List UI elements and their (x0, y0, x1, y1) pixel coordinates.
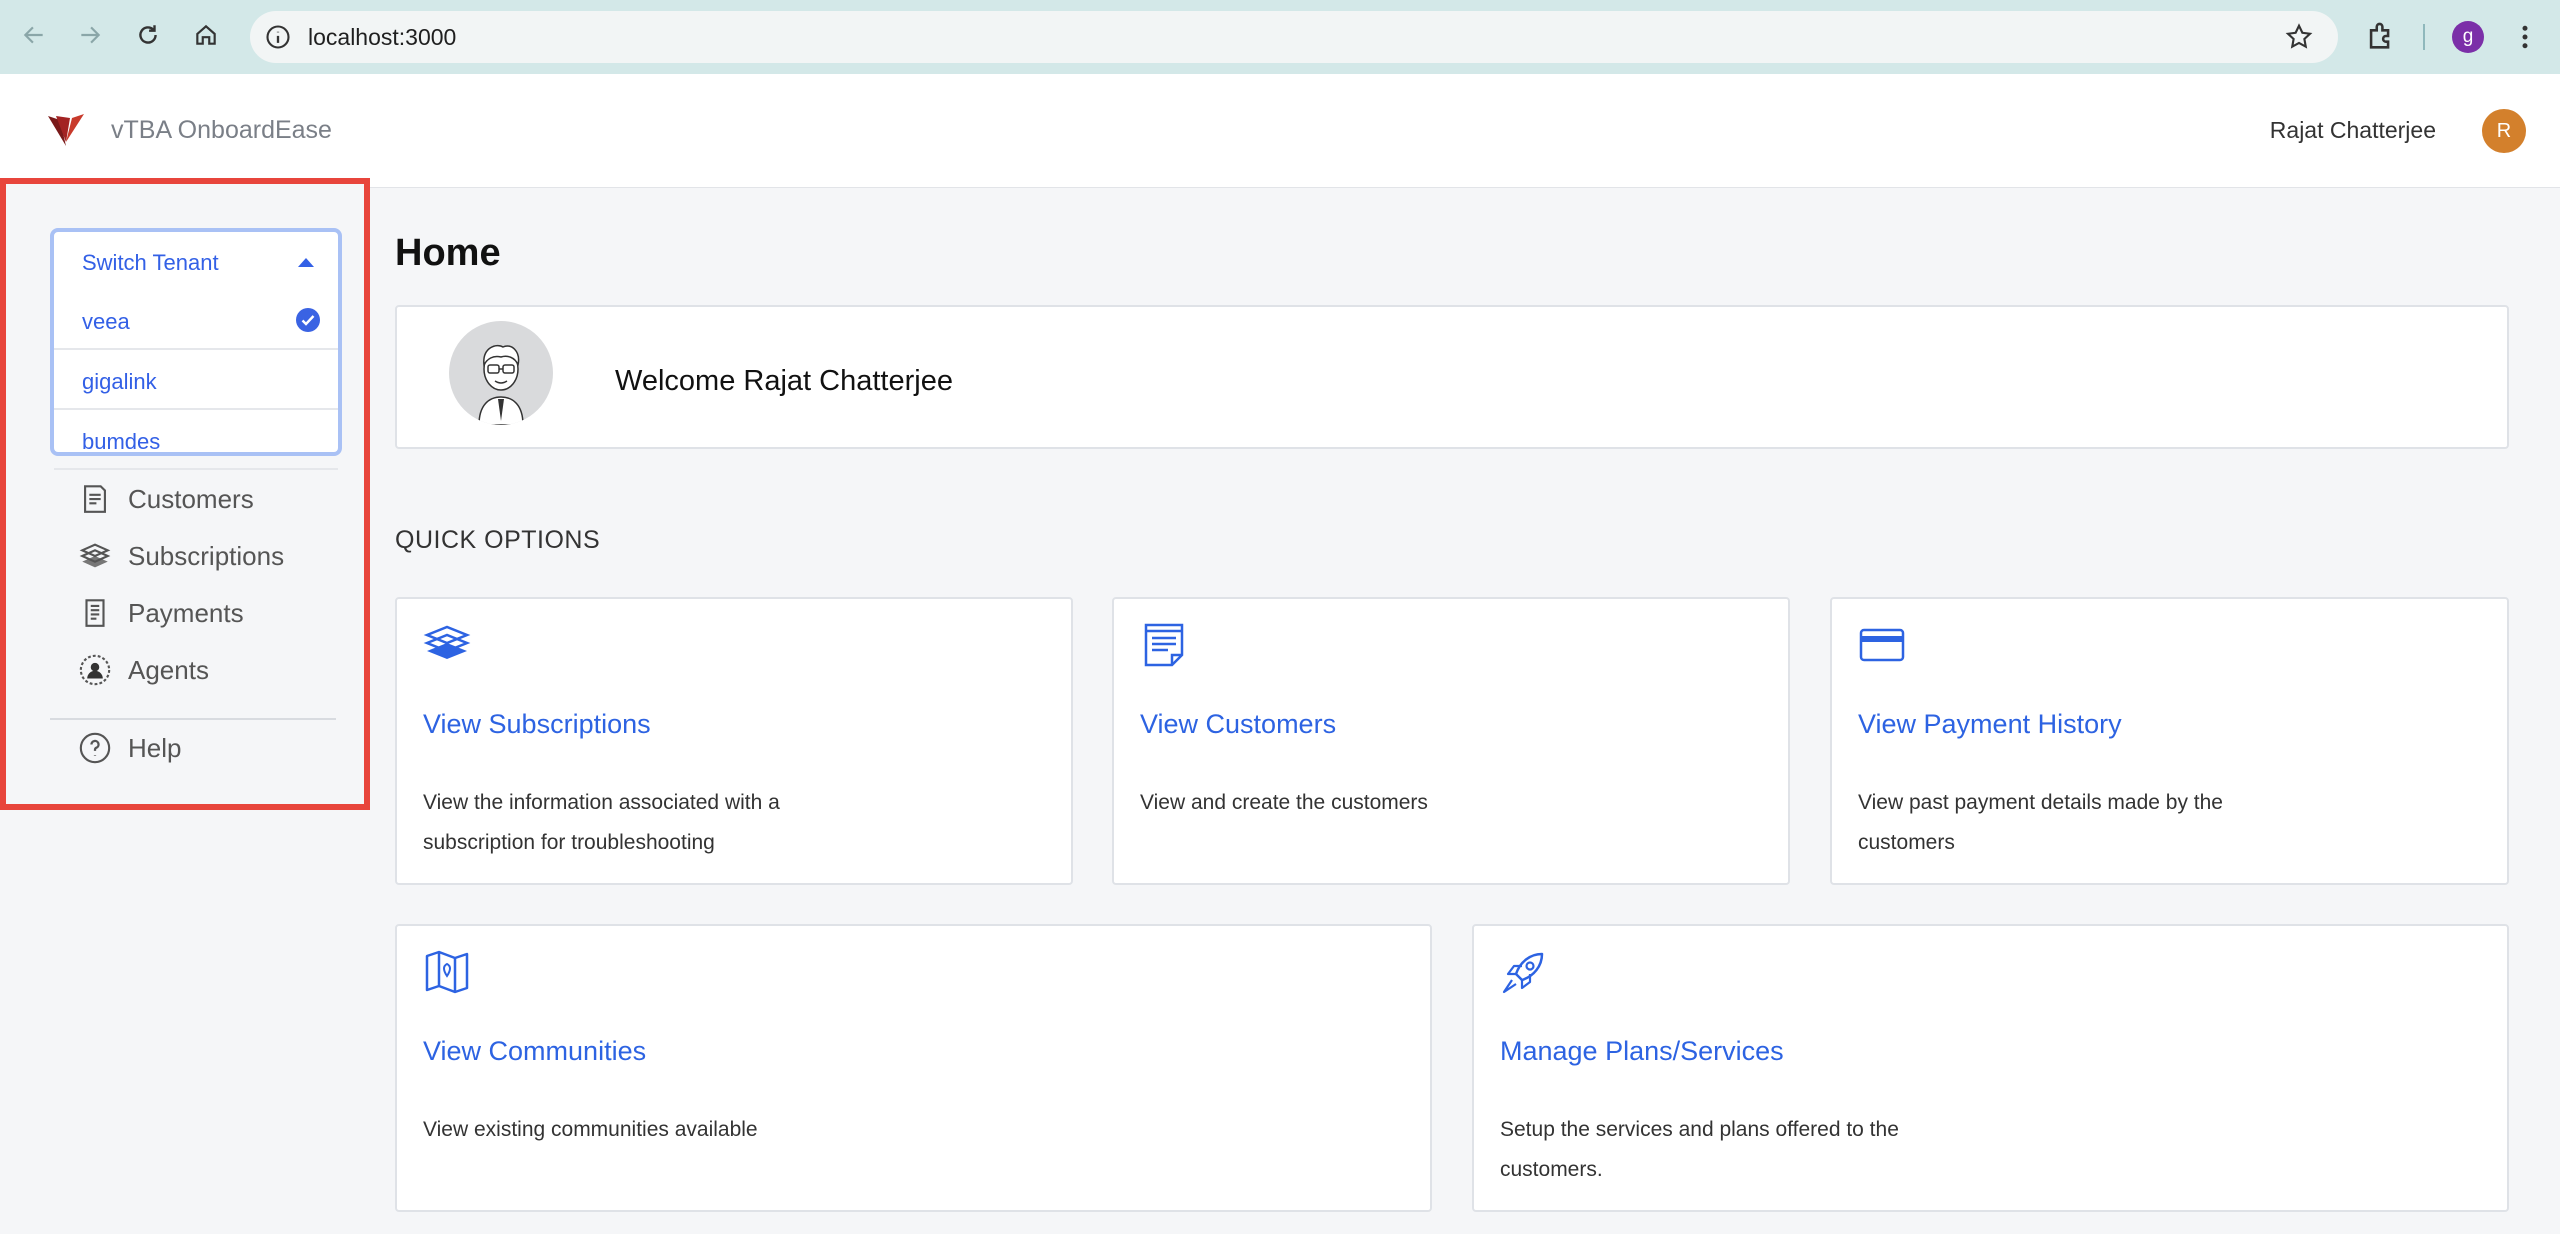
caret-up-icon (298, 258, 314, 267)
brand-logo-icon[interactable] (46, 112, 86, 148)
rocket-icon (1502, 952, 1544, 994)
arrow-right-icon (81, 26, 101, 44)
user-name: Rajat Chatterjee (2269, 117, 2436, 143)
tenant-switcher-dropdown: Switch Tenant veea gigalink bumdes (50, 228, 342, 470)
toolbar-separator (2423, 24, 2425, 50)
sidebar-item-agents[interactable]: Agents (78, 653, 209, 687)
card-title[interactable]: View Customers (1140, 709, 1336, 740)
brand-name[interactable]: vTBA OnboardEase (111, 116, 332, 145)
card-view-subscriptions[interactable]: View Subscriptions View the information … (395, 597, 1073, 885)
agents-icon (79, 654, 111, 686)
welcome-card: Welcome Rajat Chatterjee (395, 305, 2509, 449)
forward-button[interactable] (72, 17, 108, 53)
tenant-option-bumdes[interactable]: bumdes (54, 410, 338, 470)
customers-icon (84, 485, 106, 513)
subscriptions-icon (79, 543, 111, 568)
reload-icon (139, 25, 157, 44)
tenant-switcher-toggle[interactable]: Switch Tenant (54, 232, 338, 290)
card-title[interactable]: View Payment History (1858, 709, 2122, 740)
customers-doc-icon (1144, 623, 1184, 667)
card-title[interactable]: Manage Plans/Services (1500, 1036, 1784, 1067)
tenant-option-label: gigalink (82, 369, 157, 394)
site-info-icon[interactable] (264, 23, 292, 51)
app-header: vTBA OnboardEase Rajat Chatterjee R (0, 74, 2560, 188)
card-manage-plans-services[interactable]: Manage Plans/Services Setup the services… (1472, 924, 2509, 1212)
sidebar-item-subscriptions[interactable]: Subscriptions (78, 539, 284, 573)
payments-icon (85, 599, 105, 627)
credit-card-icon (1859, 628, 1905, 662)
help-icon (79, 732, 111, 764)
reload-button[interactable] (130, 17, 166, 53)
card-description: Setup the services and plans offered to … (1500, 1118, 1899, 1181)
person-illustration-icon (478, 344, 524, 425)
sidebar-item-help[interactable]: Help (78, 731, 181, 765)
back-button[interactable] (16, 17, 52, 53)
home-button[interactable] (188, 17, 224, 53)
map-icon (425, 950, 469, 994)
card-description: View existing communities available (423, 1118, 758, 1141)
sidebar-item-label: Help (128, 732, 182, 763)
browser-profile-avatar[interactable]: g (2452, 21, 2484, 53)
quick-options-heading: QUICK OPTIONS (395, 526, 601, 554)
tenant-option-label: bumdes (82, 429, 161, 454)
welcome-avatar (449, 321, 553, 425)
check-circle-icon (296, 308, 320, 332)
more-menu-icon[interactable] (2510, 20, 2540, 54)
sidebar: Customers Subscriptions Payments Agents … (0, 178, 370, 810)
card-view-communities[interactable]: View Communities View existing communiti… (395, 924, 1432, 1212)
tenant-option-veea[interactable]: veea (54, 290, 338, 350)
address-bar[interactable]: localhost:3000 (250, 11, 2338, 63)
bookmark-star-icon[interactable] (2284, 22, 2314, 52)
sidebar-item-label: Customers (128, 483, 254, 514)
tenant-switcher-title: Switch Tenant (82, 250, 219, 275)
welcome-message: Welcome Rajat Chatterjee (615, 365, 953, 397)
card-description: View and create the customers (1140, 791, 1428, 814)
sidebar-item-payments[interactable]: Payments (78, 596, 244, 630)
card-description: View past payment details made by the cu… (1858, 791, 2223, 854)
browser-toolbar: localhost:3000 g (0, 0, 2560, 74)
card-description: View the information associated with a s… (423, 791, 780, 854)
sidebar-item-customers[interactable]: Customers (78, 482, 254, 516)
card-title[interactable]: View Communities (423, 1036, 646, 1067)
sidebar-item-label: Subscriptions (128, 540, 285, 571)
tenant-option-label: veea (82, 309, 130, 334)
subscriptions-stack-icon (423, 625, 471, 659)
card-view-payment-history[interactable]: View Payment History View past payment d… (1830, 597, 2509, 885)
sidebar-item-label: Payments (128, 597, 244, 628)
sidebar-item-label: Agents (128, 654, 209, 685)
home-icon (196, 24, 216, 45)
extensions-icon[interactable] (2364, 19, 2398, 53)
url-text[interactable]: localhost:3000 (308, 24, 456, 51)
user-avatar[interactable]: R (2482, 109, 2526, 153)
arrow-left-icon (23, 26, 43, 44)
card-title[interactable]: View Subscriptions (423, 709, 651, 740)
sidebar-divider (50, 718, 336, 720)
page-title: Home (395, 232, 501, 274)
card-view-customers[interactable]: View Customers View and create the custo… (1112, 597, 1790, 885)
tenant-option-gigalink[interactable]: gigalink (54, 350, 338, 410)
